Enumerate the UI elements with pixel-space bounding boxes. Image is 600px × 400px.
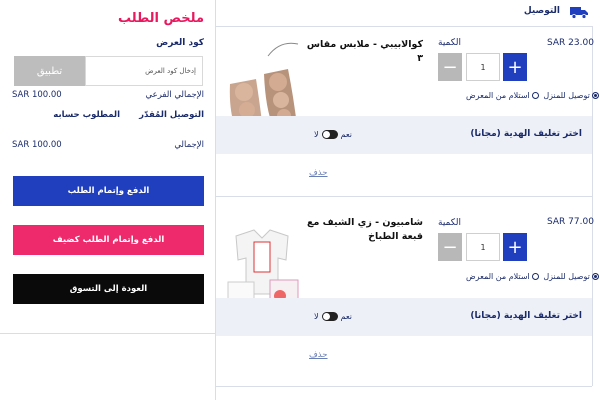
- store-pickup-label: استلام من المعرض: [466, 91, 530, 100]
- estimated-delivery-label: التوصيل المُقدّر: [139, 110, 204, 120]
- toggle-no-label: لا: [314, 312, 319, 321]
- store-pickup-label: استلام من المعرض: [466, 272, 530, 281]
- item-divider: [216, 196, 592, 197]
- delivery-truck-icon: [570, 7, 588, 19]
- estimated-delivery-value: المطلوب حسابه: [53, 110, 120, 120]
- quantity-label: الكمية: [438, 218, 461, 228]
- promo-code-label: كود العرض: [156, 38, 204, 48]
- product-title[interactable]: شامبيون - زي الشيف مع قبعة الطباخ: [305, 216, 423, 244]
- order-summary-title: ملخص الطلب: [117, 11, 204, 26]
- quantity-decrease-button[interactable]: −: [438, 53, 462, 81]
- quantity-input[interactable]: 1: [466, 233, 500, 261]
- home-delivery-radio[interactable]: [591, 92, 599, 99]
- gift-wrap-label: اختر تغليف الهدية (مجانا): [470, 129, 582, 139]
- store-pickup-radio[interactable]: [531, 92, 539, 99]
- total-value: SAR 100.00: [12, 140, 62, 150]
- gift-wrap-toggle[interactable]: لا نعم: [314, 312, 352, 321]
- total-row: الإجمالي SAR 100.00: [12, 140, 204, 154]
- subtotal-label: الإجمالي الفرعي: [145, 90, 204, 100]
- store-pickup-radio[interactable]: [531, 273, 539, 280]
- gift-wrap-label: اختر تغليف الهدية (مجانا): [470, 311, 582, 321]
- toggle-no-label: لا: [314, 130, 319, 139]
- column-divider: [215, 0, 216, 400]
- home-delivery-label: توصيل للمنزل: [543, 272, 590, 281]
- product-price: SAR 77.00: [547, 217, 594, 227]
- cart-bottom-divider: [216, 386, 592, 387]
- subtotal-value: SAR 100.00: [12, 90, 62, 100]
- gift-wrap-bar: اختر تغليف الهدية (مجانا) لا نعم: [216, 298, 592, 336]
- delete-item-link[interactable]: حذف: [309, 168, 328, 178]
- promo-code-input[interactable]: [85, 56, 203, 86]
- toggle-yes-label: نعم: [340, 130, 352, 139]
- quantity-label: الكمية: [438, 38, 461, 48]
- toggle-yes-label: نعم: [340, 312, 352, 321]
- gift-wrap-toggle[interactable]: لا نعم: [314, 130, 352, 139]
- quantity-input[interactable]: 1: [466, 53, 500, 81]
- apply-promo-button[interactable]: تطبيق: [14, 56, 85, 86]
- cart-right-border: [592, 26, 593, 386]
- checkout-button[interactable]: الدفع وإتمام الطلب: [13, 176, 204, 206]
- quantity-decrease-button[interactable]: −: [438, 233, 462, 261]
- total-label: الإجمالي: [174, 140, 204, 150]
- fulfillment-options: توصيل للمنزل استلام من المعرض: [466, 91, 600, 100]
- delete-item-link[interactable]: حذف: [309, 350, 328, 360]
- estimated-delivery-row: التوصيل المُقدّر المطلوب حسابه: [12, 110, 204, 124]
- guest-checkout-button[interactable]: الدفع وإتمام الطلب كضيف: [13, 225, 204, 255]
- delivery-section-label: التوصيل: [523, 6, 560, 16]
- cart-top-divider: [216, 26, 592, 27]
- gift-wrap-bar: اختر تغليف الهدية (مجانا) لا نعم: [216, 116, 592, 154]
- toggle-switch-icon[interactable]: [321, 312, 338, 321]
- quantity-increase-button[interactable]: +: [503, 233, 527, 261]
- subtotal-row: الإجمالي الفرعي SAR 100.00: [12, 90, 204, 104]
- quantity-increase-button[interactable]: +: [503, 53, 527, 81]
- toggle-switch-icon[interactable]: [321, 130, 338, 139]
- product-title[interactable]: كوالابيبي - ملابس مقاس ٣: [305, 38, 423, 66]
- fulfillment-options: توصيل للمنزل استلام من المعرض: [466, 272, 600, 281]
- home-delivery-radio[interactable]: [591, 273, 599, 280]
- home-delivery-label: توصيل للمنزل: [543, 91, 590, 100]
- product-price: SAR 23.00: [547, 38, 594, 48]
- continue-shopping-button[interactable]: العودة إلى التسوق: [13, 274, 204, 304]
- summary-bottom-divider: [0, 333, 215, 334]
